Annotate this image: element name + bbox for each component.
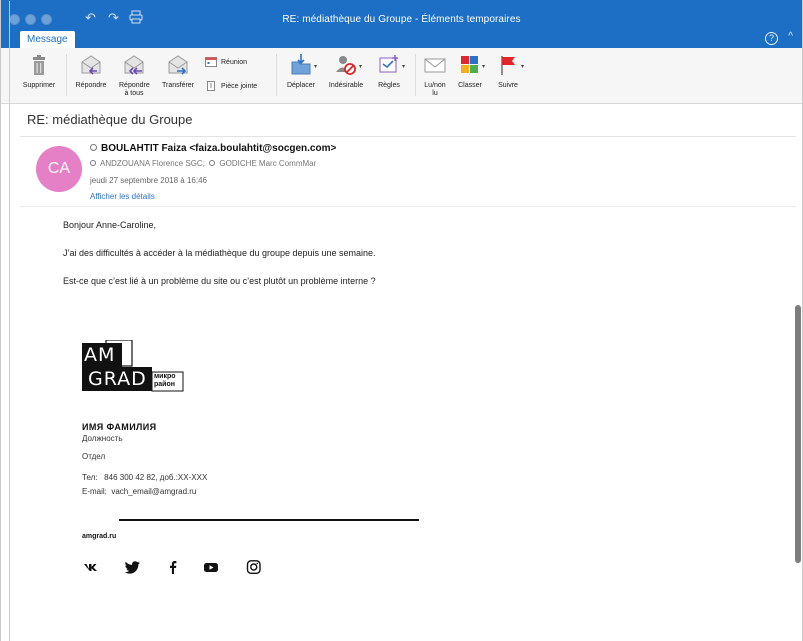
vertical-scrollbar[interactable] xyxy=(795,305,801,563)
logo-tag-1: микро xyxy=(154,373,176,380)
presence-icon xyxy=(90,144,97,151)
body-greeting: Bonjour Anne-Caroline, xyxy=(63,220,157,230)
sender-line[interactable]: BOULAHTIT Faiza <faiza.boulahtit@socgen.… xyxy=(90,143,336,154)
ribbon-separator xyxy=(66,54,67,96)
move-label: Déplacer xyxy=(286,82,315,89)
forward-button[interactable]: Transférer xyxy=(157,52,199,90)
amgrad-logo: AM GRAD микро район xyxy=(82,339,186,394)
sender-avatar: CA xyxy=(36,146,82,192)
attachment-icon xyxy=(207,81,215,92)
move-dropdown-icon[interactable]: ▾ xyxy=(314,63,317,70)
message-subject: RE: médiathèque du Groupe xyxy=(27,112,193,127)
junk-icon xyxy=(336,56,356,75)
follow-up-dropdown-icon[interactable]: ▾ xyxy=(521,63,524,70)
junk-dropdown-icon[interactable]: ▾ xyxy=(359,63,362,70)
meeting-icon xyxy=(205,57,217,68)
body-paragraph-1: J’ai des difficultés à accéder à la médi… xyxy=(63,248,376,258)
signature-email[interactable]: E-mail: vach_email@amgrad.ru xyxy=(82,487,196,496)
sender-name: BOULAHTIT Faiza <faiza.boulahtit@socgen.… xyxy=(101,143,337,154)
pane-border xyxy=(9,1,10,641)
recipients-line: ANDZOUANA Florence SGC; GODICHE Marc Com… xyxy=(90,159,316,168)
envelope-icon xyxy=(424,58,446,73)
rules-button[interactable]: Règles xyxy=(371,52,407,90)
rules-dropdown-icon[interactable]: ▾ xyxy=(402,63,405,70)
title-bar: ↶ ↷ RE: médiathèque du Groupe - Éléments… xyxy=(1,0,802,49)
logo-line-2: GRAD xyxy=(88,368,147,390)
help-icon[interactable]: ? xyxy=(765,32,778,45)
categorize-button[interactable]: Classer xyxy=(453,52,487,90)
follow-up-label: Suivre xyxy=(498,82,518,89)
signature-name: ИМЯ ФАМИЛИЯ xyxy=(82,422,157,432)
junk-button[interactable]: Indésirable xyxy=(323,52,369,90)
move-folder-icon xyxy=(291,54,311,75)
attachment-label: Pièce jointe xyxy=(221,83,258,90)
categorize-dropdown-icon[interactable]: ▾ xyxy=(482,63,485,70)
reply-icon xyxy=(81,55,101,75)
follow-up-button[interactable]: Suivre xyxy=(491,52,525,90)
read-unread-label: Lu/non lu xyxy=(424,82,446,97)
move-button[interactable]: Déplacer xyxy=(283,52,319,90)
logo-line-1: AM xyxy=(84,344,116,366)
reply-all-label: Répondre à tous xyxy=(119,82,150,97)
facebook-icon[interactable] xyxy=(165,560,181,574)
signature-department: Отдел xyxy=(82,452,106,461)
signature-position: Должность xyxy=(82,434,123,443)
ribbon-separator xyxy=(415,54,416,96)
rules-label: Règles xyxy=(378,82,400,89)
meeting-label: Réunion xyxy=(221,59,248,66)
presence-icon xyxy=(209,160,216,166)
flag-icon xyxy=(501,56,515,75)
rules-icon xyxy=(379,55,398,73)
categorize-label: Classer xyxy=(458,82,482,89)
reply-all-button[interactable]: Répondre à tous xyxy=(113,52,155,98)
trash-icon xyxy=(33,55,45,75)
signature-website[interactable]: amgrad.ru xyxy=(82,533,116,540)
recipient-2[interactable]: GODICHE Marc CommMar xyxy=(219,159,316,168)
instagram-icon[interactable] xyxy=(246,560,262,574)
body-paragraph-2: Est-ce que c’est lié à un problème du si… xyxy=(63,276,376,286)
logo-tag-2: район xyxy=(154,381,175,388)
attachment-button[interactable]: Pièce jointe xyxy=(205,81,257,93)
reply-button[interactable]: Répondre xyxy=(71,52,111,90)
subject-divider xyxy=(20,136,796,137)
tab-message[interactable]: Message xyxy=(20,31,75,49)
presence-icon xyxy=(90,160,96,166)
signature-phone: Тел: 846 300 42 82, доб.:XX-XXX xyxy=(82,473,208,482)
window-title: RE: médiathèque du Groupe - Éléments tem… xyxy=(282,14,521,25)
recipient-1[interactable]: ANDZOUANA Florence SGC; xyxy=(100,159,205,168)
ribbon-separator xyxy=(276,54,277,96)
vk-icon[interactable] xyxy=(83,560,99,574)
message-date: jeudi 27 septembre 2018 à 16:46 xyxy=(90,176,207,185)
twitter-icon[interactable] xyxy=(125,560,141,574)
reply-all-icon xyxy=(124,55,144,75)
delete-button[interactable]: Supprimer xyxy=(17,52,61,90)
collapse-ribbon-icon[interactable]: ^ xyxy=(788,31,793,42)
delete-label: Supprimer xyxy=(22,82,56,89)
meeting-button[interactable]: Réunion xyxy=(205,57,247,69)
signature-divider xyxy=(119,519,419,521)
read-unread-button[interactable]: Lu/non lu xyxy=(419,52,451,98)
show-details-link[interactable]: Afficher les détails xyxy=(90,192,155,201)
reply-label: Répondre xyxy=(75,82,107,89)
ribbon: Supprimer Répondre Répondre à tous Trans… xyxy=(1,48,802,104)
categorize-icon xyxy=(461,56,478,73)
outlook-message-window: ↶ ↷ RE: médiathèque du Groupe - Éléments… xyxy=(0,0,803,641)
forward-icon xyxy=(168,55,188,75)
forward-label: Transférer xyxy=(161,82,195,89)
youtube-icon[interactable] xyxy=(203,560,219,574)
junk-label: Indésirable xyxy=(328,82,364,89)
header-divider xyxy=(20,206,796,207)
